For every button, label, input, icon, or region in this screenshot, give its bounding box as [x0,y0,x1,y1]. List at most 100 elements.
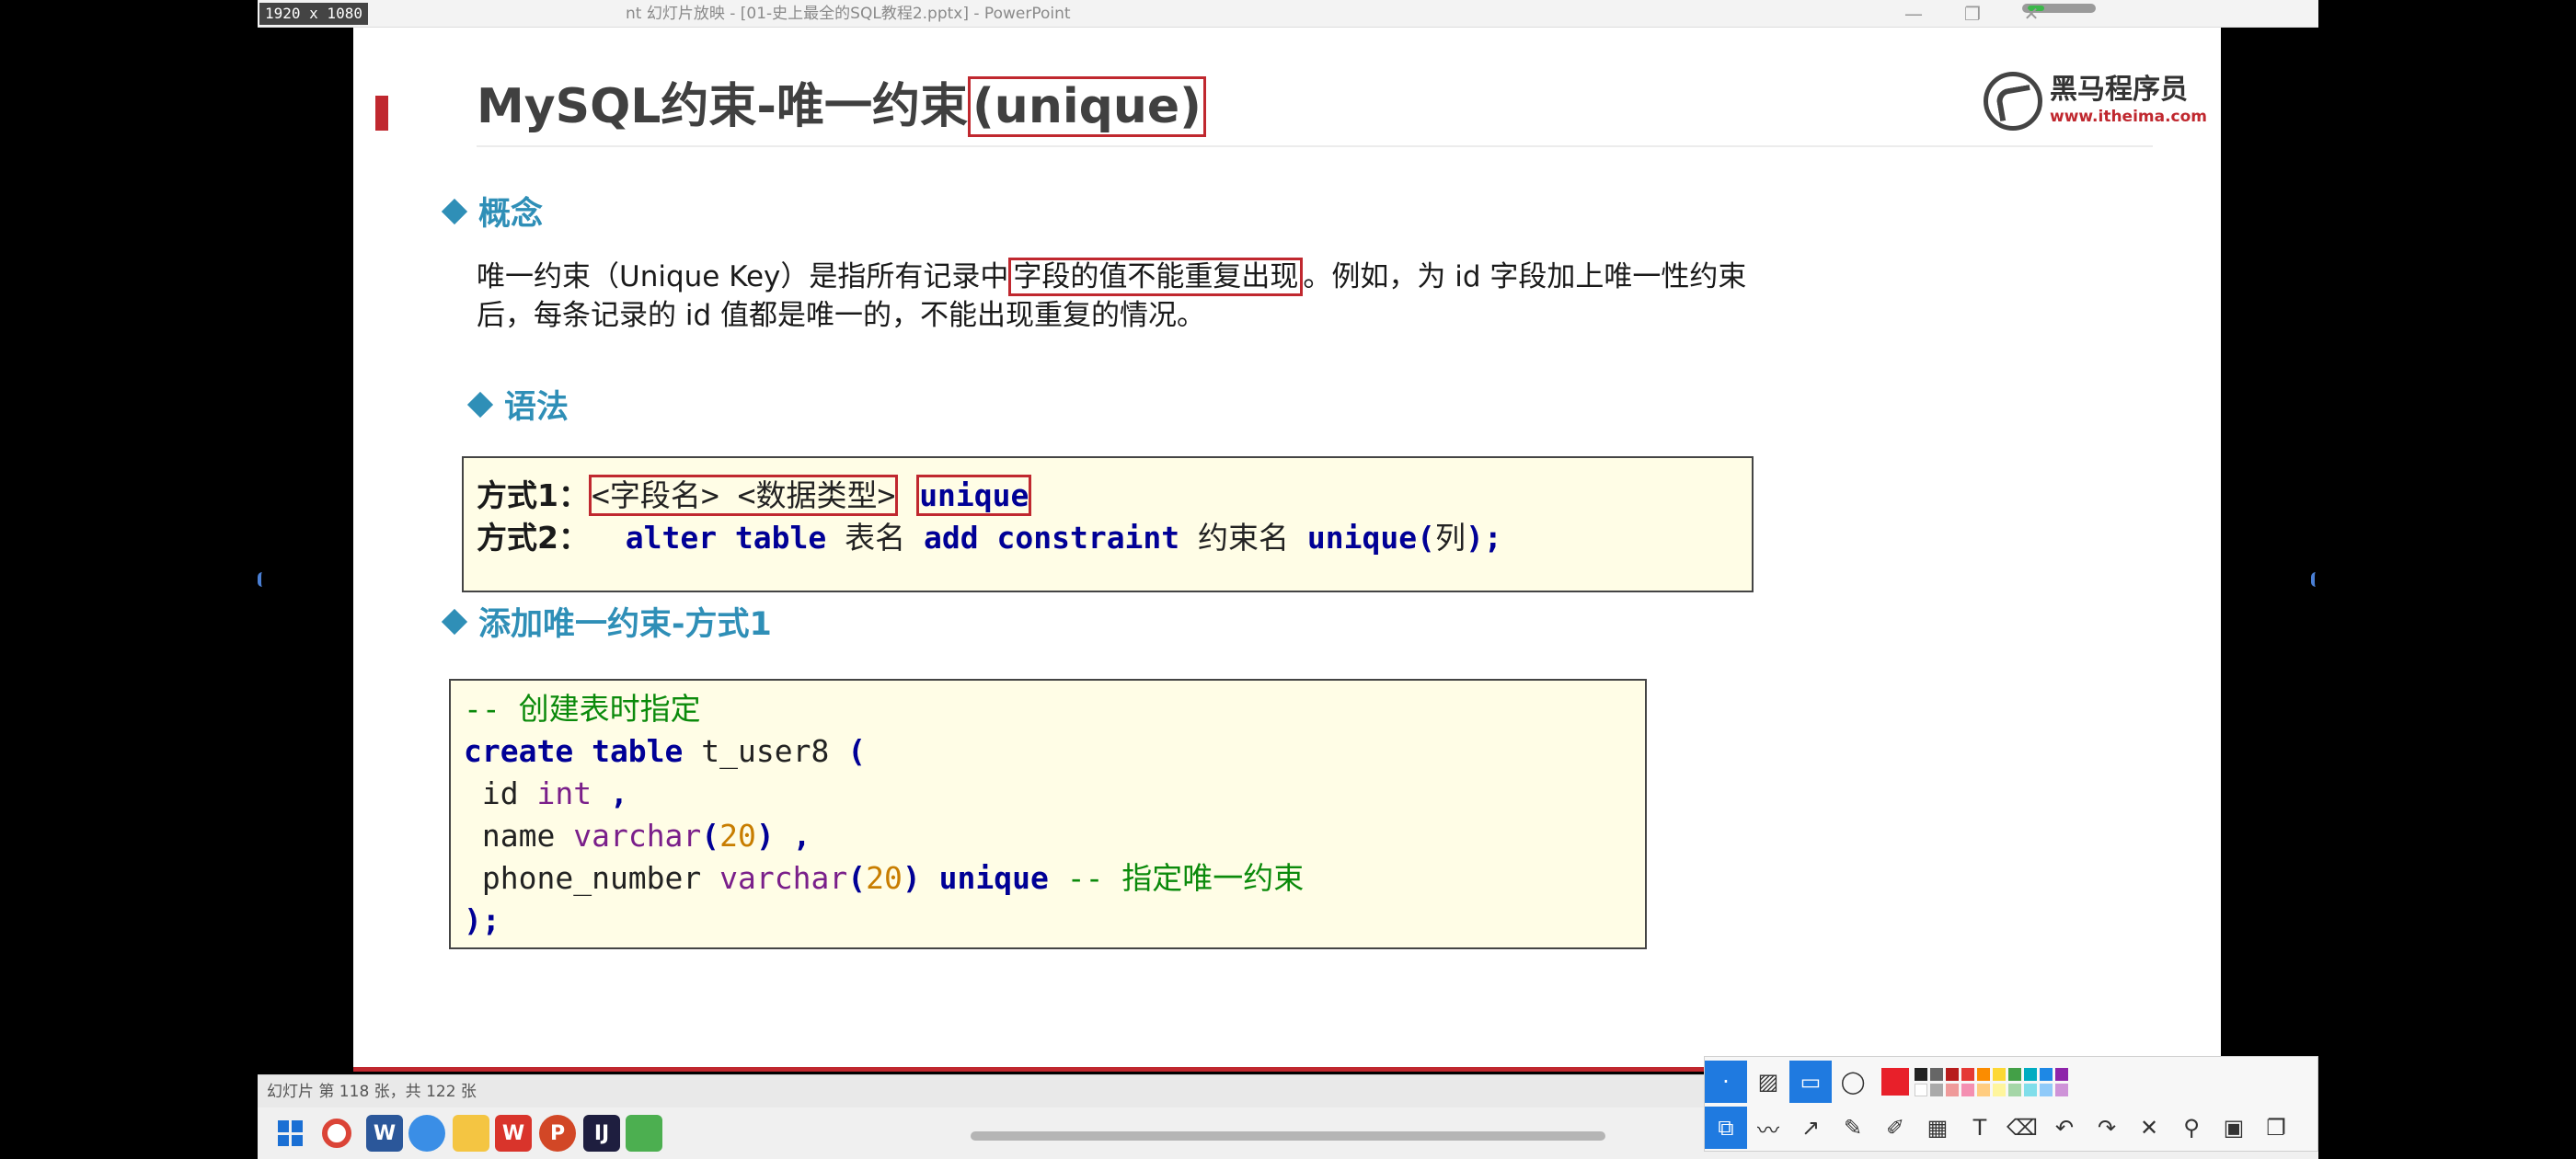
file-explorer-icon[interactable] [453,1115,489,1152]
code-identifier: phone_number [464,860,702,896]
chrome-icon[interactable] [322,1119,351,1148]
text-tool-icon[interactable]: T [1959,1107,2001,1149]
code-keyword: unique [938,860,1049,896]
section-add-label: 添加唯一约束-方式1 [478,606,772,643]
code-line: phone_number varchar(20) unique -- 指定唯一约… [464,857,1632,900]
pin-icon[interactable]: ⚲ [2170,1107,2213,1149]
window-title: nt 幻灯片放映 - [01-史上最全的SQL教程2.pptx] - Power… [626,5,1071,23]
slide-title: MySQL约束-唯一约束(unique) [477,72,1206,142]
section-concept: 概念 [441,193,544,235]
logo-name: 黑马程序员 [2050,74,2188,106]
horizontal-scrollbar[interactable] [971,1131,1605,1141]
close-button[interactable]: ✕ [2002,0,2061,28]
powerpoint-icon[interactable]: P [539,1115,576,1152]
code-punct: ) [755,818,775,854]
rectangle-tool-icon[interactable]: ▭ [1789,1061,1832,1103]
next-slide-marker[interactable] [2311,572,2320,587]
save-icon[interactable]: ▣ [2213,1107,2255,1149]
polyline-tool-icon[interactable]: 〰 [1747,1107,1789,1149]
concept-line-2: 后，每条记录的 id 值都是唯一的，不能出现重复的情况。 [477,299,1205,332]
syntax-line-1: 方式1：<字段名> <数据类型> unique [477,475,1739,517]
brand-logo: 黑马程序员 www.itheima.com [1984,72,2207,132]
color-palette[interactable] [1915,1067,2068,1096]
code-line: -- 创建表时指定 [464,688,1632,730]
section-syntax-label: 语法 [504,389,569,426]
syntax-highlight: <字段名> <数据类型> [588,475,899,516]
close-icon[interactable]: ✕ [2128,1107,2170,1149]
word-icon[interactable]: W [366,1115,403,1152]
current-color-swatch[interactable] [1881,1068,1909,1096]
code-number: 20 [866,860,903,896]
wps-icon[interactable]: W [495,1115,532,1152]
syntax-label: 方式2： [477,520,589,556]
browser-icon[interactable] [408,1115,445,1152]
code-comment: -- 创建表时指定 [464,691,701,727]
redo-icon[interactable]: ↷ [2086,1107,2128,1149]
slide-counter: 幻灯片 第 118 张，共 122 张 [267,1083,477,1101]
logo-url: www.itheima.com [2050,108,2208,126]
syntax-keyword: unique [1306,520,1418,556]
eraser-tool-icon[interactable]: ⌫ [2001,1107,2043,1149]
code-line: create table t_user8 ( [464,730,1632,773]
restore-button[interactable]: ❐ [1943,0,2002,28]
annotation-row-1: · ▨ ▭ ◯ [1705,1059,2068,1105]
minimize-button[interactable]: — [1884,0,1943,28]
code-keyword: create table [464,733,684,769]
annotation-row-2: ⧉ 〰 ↗ ✎ ✐ ▦ T ⌫ ↶ ↷ ✕ ⚲ ▣ ❐ [1705,1105,2297,1151]
diamond-bullet-icon [441,608,468,636]
code-punct: ( [847,860,867,896]
diamond-bullet-icon [441,198,468,225]
title-accent-bar [375,96,388,131]
pointer-tool-icon[interactable]: · [1705,1061,1747,1103]
code-punct: ( [847,733,867,769]
syntax-code-box: 方式1：<字段名> <数据类型> unique 方式2： alter table … [462,456,1754,592]
section-add: 添加唯一约束-方式1 [441,603,772,646]
code-number: 20 [719,818,756,854]
syntax-label: 方式1： [477,477,589,513]
code-punct: ( [701,818,720,854]
annotation-toolbar: · ▨ ▭ ◯ ⧉ 〰 ↗ ✎ ✐ ▦ T ⌫ ↶ ↷ ✕ ⚲ ▣ ❐ [1704,1056,2318,1152]
code-comment: -- 指定唯一约束 [1066,860,1305,896]
ellipse-tool-icon[interactable]: ◯ [1832,1061,1874,1103]
code-line: id int , [464,773,1632,815]
code-identifier: id [464,775,519,811]
concept-highlight: 字段的值不能重复出现 [1008,258,1304,296]
code-line: ); [464,900,1632,942]
syntax-keyword: alter table [625,520,827,556]
arrow-tool-icon[interactable]: ↗ [1789,1107,1832,1149]
code-type: varchar [719,860,848,896]
title-text: MySQL约束-唯一约束 [477,79,969,134]
syntax-text: 约束名 [1198,520,1290,556]
diamond-bullet-icon [466,391,494,419]
mosaic-tool-icon[interactable]: ▦ [1916,1107,1959,1149]
slide-canvas: MySQL约束-唯一约束(unique) 黑马程序员 www.itheima.c… [353,28,2221,1072]
section-concept-label: 概念 [478,196,544,233]
code-punct: , [792,818,811,854]
code-type: varchar [573,818,702,854]
highlighter-tool-icon[interactable]: ✐ [1874,1107,1916,1149]
copy-icon[interactable]: ❐ [2255,1107,2297,1149]
code-punct: ) [902,860,921,896]
select-tool-icon[interactable]: ⧉ [1705,1107,1747,1149]
hatch-tool-icon[interactable]: ▨ [1747,1061,1789,1103]
syntax-text: 表名 [845,520,906,556]
code-type: int [536,775,592,811]
sql-code-box: -- 创建表时指定 create table t_user8 ( id int ,… [449,679,1647,949]
start-icon[interactable] [278,1120,304,1146]
code-identifier: name [464,818,556,854]
code-line: name varchar(20) , [464,815,1632,857]
resolution-badge: 1920 x 1080 [259,3,368,25]
photos-icon[interactable] [626,1115,662,1152]
intellij-icon[interactable]: IJ [583,1115,620,1152]
syntax-keyword: unique [916,475,1032,516]
syntax-text: 列 [1435,520,1466,556]
section-syntax: 语法 [466,386,569,429]
pen-tool-icon[interactable]: ✎ [1832,1107,1874,1149]
concept-line-1: 唯一约束（Unique Key）是指所有记录中 字段的值不能重复出现 。例如，为 i… [477,258,1820,296]
title-divider [477,145,2153,147]
title-highlight: (unique) [968,76,1206,137]
syntax-keyword: add constraint [924,520,1180,556]
undo-icon[interactable]: ↶ [2043,1107,2086,1149]
window-controls: — ❐ ✕ [1884,0,2061,28]
prev-slide-marker[interactable] [258,572,267,587]
